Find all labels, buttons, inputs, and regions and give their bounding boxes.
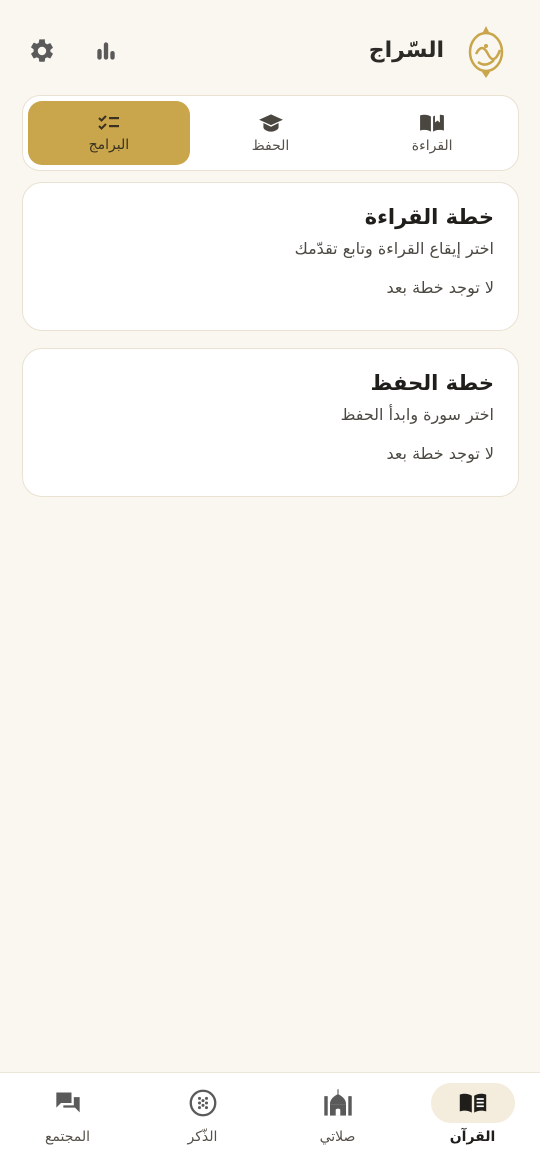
nav-item-dhikr[interactable]: الذّكر xyxy=(135,1073,270,1158)
tab-label: القراءة xyxy=(411,138,453,154)
checklist-icon xyxy=(98,115,119,130)
nav-icon-container xyxy=(161,1083,245,1123)
card-title: خطة الحفظ xyxy=(370,371,494,395)
top-header: السّراج xyxy=(0,0,540,100)
nav-icon-container xyxy=(430,1083,515,1123)
tab-reading[interactable]: القراءة xyxy=(351,101,513,165)
nav-label: صلاتي xyxy=(319,1129,356,1145)
gear-icon xyxy=(31,39,53,62)
app-title: السّراج xyxy=(368,38,444,63)
section-tabs: البرامج الحفظ القراءة xyxy=(22,95,519,171)
tab-programs[interactable]: البرامج xyxy=(28,101,190,165)
card-empty-state: لا توجد خطة بعد xyxy=(386,278,494,297)
card-subtitle: اختر إيقاع القراءة وتابع تقدّمك xyxy=(294,239,494,258)
tab-memorization[interactable]: الحفظ xyxy=(190,101,352,165)
quran-book-icon xyxy=(459,1093,486,1113)
nav-item-prayer[interactable]: صلاتي xyxy=(270,1073,405,1158)
card-subtitle: اختر سورة وابدأ الحفظ xyxy=(340,405,494,424)
app-root: السّراج البرامج الحفظ القراءة خطة القراء… xyxy=(0,0,540,1158)
card-title: خطة القراءة xyxy=(364,205,494,229)
settings-button[interactable] xyxy=(27,36,57,66)
statistics-button[interactable] xyxy=(91,36,121,66)
reading-plan-card[interactable]: خطة القراءة اختر إيقاع القراءة وتابع تقد… xyxy=(22,182,519,331)
bottom-navigation: القرآن صلاتي الذّكر المجتمع xyxy=(0,1072,540,1158)
nav-item-quran[interactable]: القرآن xyxy=(405,1073,540,1158)
app-logo xyxy=(466,24,506,80)
nav-label: الذّكر xyxy=(187,1129,218,1145)
tab-label: البرامج xyxy=(88,137,130,153)
mosque-icon xyxy=(323,1089,352,1116)
prayer-beads-icon xyxy=(189,1089,216,1117)
memorization-plan-card[interactable]: خطة الحفظ اختر سورة وابدأ الحفظ لا توجد … xyxy=(22,348,519,497)
bar-chart-icon xyxy=(97,42,115,60)
nav-item-community[interactable]: المجتمع xyxy=(0,1073,135,1158)
nav-icon-container xyxy=(296,1083,380,1123)
chat-bubbles-icon xyxy=(55,1092,80,1113)
open-book-icon xyxy=(420,114,445,132)
tab-label: الحفظ xyxy=(251,138,290,154)
nav-label: المجتمع xyxy=(44,1129,91,1145)
nav-label: القرآن xyxy=(449,1129,496,1145)
card-empty-state: لا توجد خطة بعد xyxy=(386,444,494,463)
graduation-cap-icon xyxy=(258,114,283,132)
nav-icon-container xyxy=(26,1083,110,1123)
